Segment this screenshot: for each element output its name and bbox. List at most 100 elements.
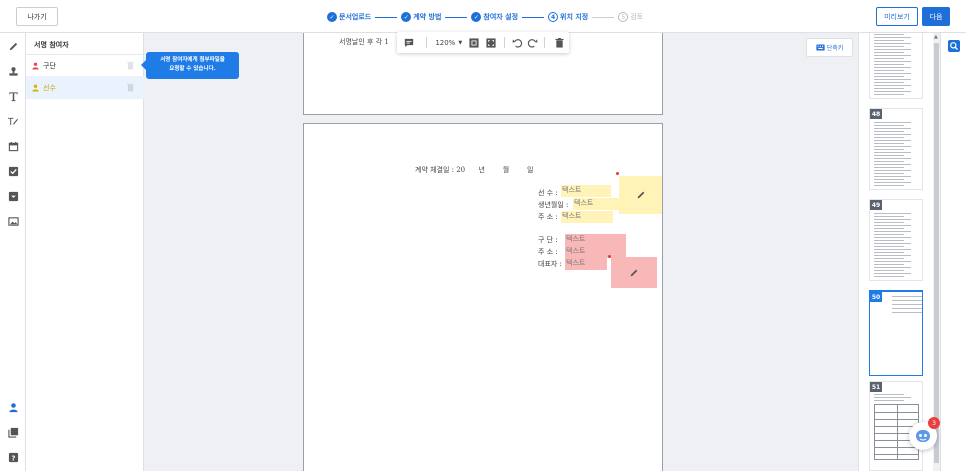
- thumbnail-text-line: [874, 67, 911, 68]
- step-connector: [592, 16, 615, 18]
- thumbnail-text-line: [874, 176, 911, 177]
- page-thumbnails: 48 49 50 51: [858, 33, 940, 471]
- thumbnail-page-number: 48: [870, 109, 882, 119]
- thumbnail-scrollbar[interactable]: ▲: [933, 33, 940, 471]
- thumbnail-text-line: [874, 234, 904, 235]
- thumbnail-text-line: [874, 76, 904, 77]
- signature-text-icon[interactable]: [6, 114, 20, 128]
- image-icon[interactable]: [6, 214, 20, 228]
- document-page: 계약 체결일 : 20 년 월 일 선 수 : 생년월일 : 주 소 : 텍스트…: [303, 123, 663, 471]
- preview-button[interactable]: 미리보기: [876, 7, 918, 26]
- participant-item-player[interactable]: 선수: [26, 77, 144, 99]
- thumbnail-text-line: [874, 228, 904, 229]
- step-document-upload: ✓ 문서업로드: [327, 12, 371, 22]
- thumbnail-text-line: [874, 125, 904, 126]
- tool-rail: ?: [0, 33, 26, 471]
- pen-icon: [637, 191, 644, 199]
- redo-icon[interactable]: [525, 32, 540, 53]
- player-address-field[interactable]: 텍스트: [561, 211, 613, 223]
- trash-icon[interactable]: [127, 83, 134, 92]
- thumbnail-text-line: [874, 273, 911, 274]
- club-name-field[interactable]: 텍스트: [565, 234, 626, 246]
- page-thumbnail[interactable]: 49: [869, 199, 923, 281]
- page-thumbnail[interactable]: [869, 33, 923, 99]
- participant-icon[interactable]: [6, 400, 20, 414]
- scrollbar-thumb[interactable]: [934, 43, 939, 463]
- thumbnail-text-line: [874, 79, 911, 80]
- player-birthdate-field[interactable]: 텍스트: [573, 198, 623, 210]
- thumbnail-text-line: [874, 43, 911, 44]
- address-label: 주 소 :: [538, 213, 558, 221]
- thumbnail-text-line: [874, 400, 904, 401]
- calendar-icon[interactable]: [6, 139, 20, 153]
- thumbnail-text-line: [874, 264, 904, 265]
- person-icon: [32, 62, 39, 69]
- step-connector: [522, 16, 545, 18]
- thumbnail-text-line: [874, 158, 911, 159]
- pen-icon[interactable]: [6, 39, 20, 53]
- thumbnail-text-line: [874, 179, 904, 180]
- right-rail: [940, 33, 966, 471]
- player-name-field[interactable]: 텍스트: [561, 185, 611, 197]
- participant-panel: 서명 참여자 구단 선수: [26, 33, 144, 471]
- zoom-level: 120%: [435, 38, 456, 47]
- help-icon[interactable]: ?: [6, 450, 20, 464]
- checkbox-icon[interactable]: [6, 164, 20, 178]
- club-address-label: 주 소 :: [538, 248, 558, 256]
- thumbnail-text-line: [874, 252, 904, 253]
- thumbnail-text-line: [874, 37, 911, 38]
- dropdown-icon[interactable]: [6, 189, 20, 203]
- text-icon[interactable]: [6, 89, 20, 103]
- next-button[interactable]: 다음: [922, 7, 950, 26]
- thumbnail-text-line: [874, 152, 911, 153]
- comment-icon[interactable]: [397, 32, 421, 53]
- thumbnail-text-line: [874, 170, 911, 171]
- step-contract-method: ✓ 계약 방법: [401, 12, 441, 22]
- thumbnail-text-line: [892, 304, 922, 305]
- club-label: 구 단 :: [538, 236, 558, 244]
- thumbnail-text-line: [874, 240, 904, 241]
- divider: [426, 37, 428, 48]
- keyboard-icon: [816, 44, 825, 51]
- document-toolbar: 120% ▼: [397, 32, 569, 53]
- thumbnail-text-line: [874, 164, 911, 165]
- thumbnail-page-number: 51: [870, 382, 882, 392]
- zoom-select[interactable]: 120% ▼: [432, 32, 465, 53]
- page-thumbnail[interactable]: 48: [869, 108, 923, 190]
- thumbnail-text-line: [874, 52, 904, 53]
- exit-button[interactable]: 나가기: [16, 7, 58, 26]
- thumbnail-text-line: [874, 270, 904, 271]
- undo-icon[interactable]: [510, 32, 525, 53]
- thumbnail-text-line: [874, 182, 911, 183]
- thumbnail-text-line: [874, 167, 904, 168]
- pages-icon[interactable]: [6, 425, 20, 439]
- stamp-icon[interactable]: [6, 64, 20, 78]
- participant-name: 선수: [43, 84, 56, 92]
- top-bar: 나가기 ✓ 문서업로드 ✓ 계약 방법 ✓ 참여자 설정 4 위치 지정 5 검…: [0, 0, 966, 33]
- birthdate-label: 생년월일 :: [538, 201, 569, 209]
- player-signature-field[interactable]: [619, 176, 662, 214]
- shortcut-button[interactable]: 단축키: [806, 38, 853, 57]
- scroll-up-icon[interactable]: ▲: [934, 34, 938, 40]
- representative-field[interactable]: 텍스트: [565, 258, 607, 270]
- trash-icon[interactable]: [127, 61, 134, 70]
- person-icon: [32, 84, 39, 92]
- club-signature-field[interactable]: [611, 257, 657, 288]
- delete-icon[interactable]: [550, 32, 569, 53]
- thumbnail-text-line: [874, 46, 904, 47]
- step-number: 4: [548, 12, 559, 22]
- fit-page-icon[interactable]: [482, 32, 499, 53]
- thumbnail-text-line: [874, 49, 911, 50]
- participant-item-club[interactable]: 구단: [26, 55, 144, 77]
- required-marker: [616, 172, 619, 175]
- thumbnail-text-line: [892, 300, 922, 301]
- thumbnail-text-line: [874, 231, 911, 232]
- divider: [503, 37, 505, 48]
- page-thumbnail[interactable]: 50: [869, 290, 923, 376]
- page-search-icon[interactable]: [948, 40, 960, 54]
- pen-icon: [630, 269, 638, 276]
- thumbnail-text-line: [874, 58, 904, 59]
- fit-width-icon[interactable]: [465, 32, 482, 53]
- thumbnail-text-line: [874, 146, 911, 147]
- notification-badge: 3: [928, 417, 940, 429]
